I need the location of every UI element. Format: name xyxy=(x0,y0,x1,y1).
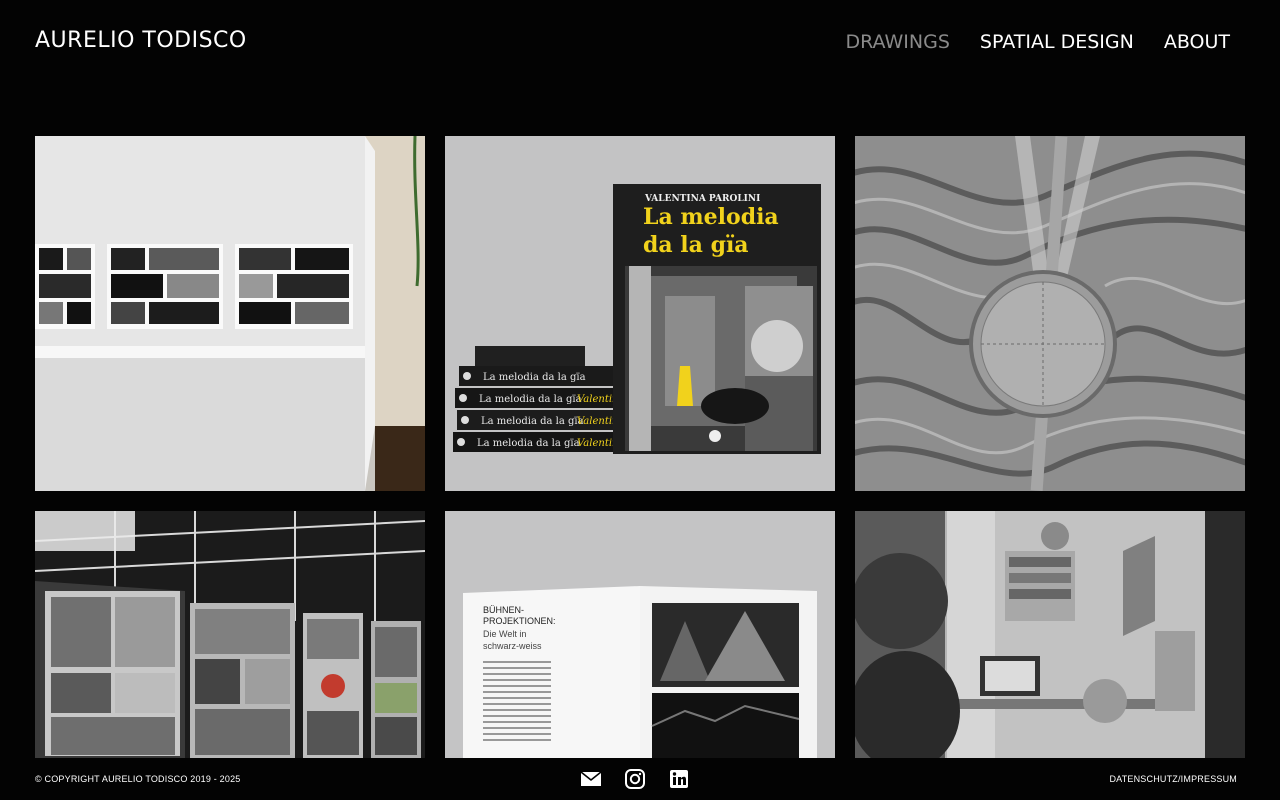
comic-exhibition-image xyxy=(35,511,425,758)
room-drawing xyxy=(855,511,1245,758)
nav-drawings[interactable]: DRAWINGS xyxy=(846,31,950,53)
svg-text:La melodia: La melodia xyxy=(643,204,779,230)
svg-text:La melodia da la gïa: La melodia da la gïa xyxy=(481,416,584,427)
nav-spatial-design[interactable]: SPATIAL DESIGN xyxy=(980,31,1134,53)
linkedin-icon[interactable] xyxy=(668,768,690,790)
privacy-imprint-link[interactable]: DATENSCHUTZ/IMPRESSUM xyxy=(1109,774,1237,784)
project-tile-book[interactable]: La melodia da la gïa La melodia da la gï… xyxy=(445,136,835,491)
nav-about[interactable]: ABOUT xyxy=(1164,31,1230,53)
svg-text:PROJEKTIONEN:: PROJEKTIONEN: xyxy=(483,616,556,626)
svg-text:Die Welt in: Die Welt in xyxy=(483,629,526,639)
instagram-icon[interactable] xyxy=(624,768,646,790)
woodgrain-drawing xyxy=(855,136,1245,491)
social-links xyxy=(580,768,690,790)
site-logo[interactable]: AURELIO TODISCO xyxy=(35,28,247,53)
copyright-text: © COPYRIGHT AURELIO TODISCO 2019 - 2025 xyxy=(35,774,241,784)
book-cover: VALENTINA PAROLINI La melodia da la gïa xyxy=(613,184,821,454)
svg-text:La melodia da la gïa: La melodia da la gïa xyxy=(477,438,580,449)
svg-text:La melodia da la gïa: La melodia da la gïa xyxy=(483,372,586,383)
project-tile-woodgrain[interactable] xyxy=(855,136,1245,491)
book-spread-image: BÜHNEN- PROJEKTIONEN: Die Welt in schwar… xyxy=(445,511,835,758)
mail-icon[interactable] xyxy=(580,768,602,790)
svg-text:VALENTINA PAROLINI: VALENTINA PAROLINI xyxy=(644,194,760,204)
exhibition-image xyxy=(35,136,425,491)
svg-text:BÜHNEN-: BÜHNEN- xyxy=(483,605,524,615)
project-tile-book-spread[interactable]: BÜHNEN- PROJEKTIONEN: Die Welt in schwar… xyxy=(445,511,835,758)
project-tile-room-drawing[interactable] xyxy=(855,511,1245,758)
project-grid: La melodia da la gïa La melodia da la gï… xyxy=(35,136,1245,758)
project-tile-comic-exhibition[interactable] xyxy=(35,511,425,758)
book-image: La melodia da la gïa La melodia da la gï… xyxy=(445,136,835,491)
svg-text:da la gïa: da la gïa xyxy=(643,232,749,258)
project-tile-exhibition[interactable] xyxy=(35,136,425,491)
svg-text:La melodia da la gïa: La melodia da la gïa xyxy=(479,394,582,405)
main-nav: DRAWINGS SPATIAL DESIGN ABOUT xyxy=(846,31,1231,53)
svg-text:schwarz-weiss: schwarz-weiss xyxy=(483,641,542,651)
